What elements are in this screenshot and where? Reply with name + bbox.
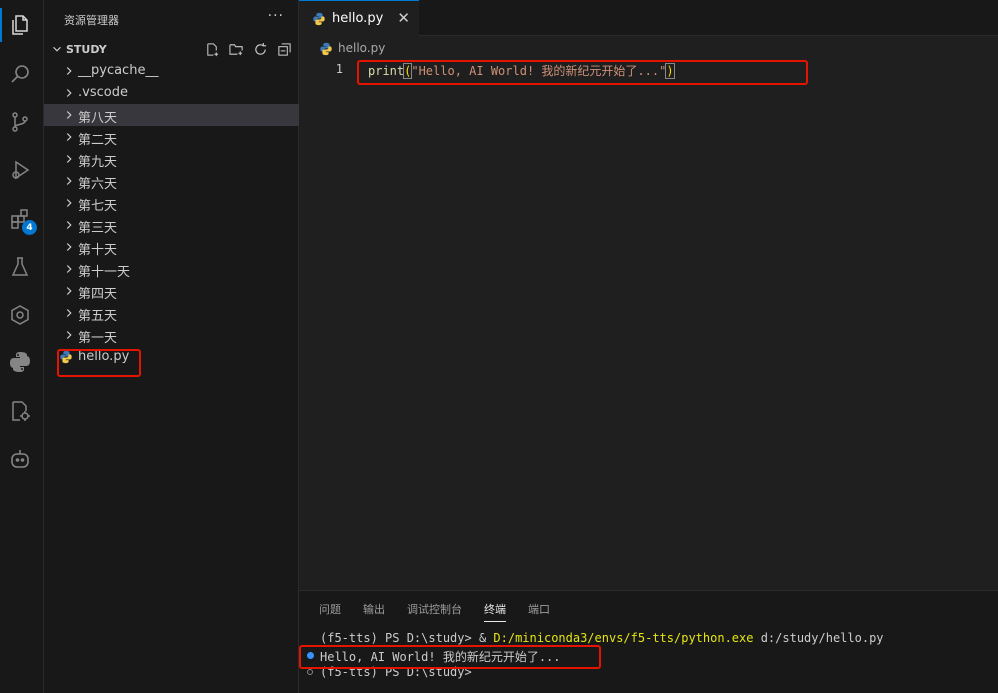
folder-label: 第六天 <box>78 177 118 192</box>
chevron-right-icon <box>66 89 72 97</box>
folder-label: 第十天 <box>78 243 118 258</box>
extensions-badge: 4 <box>22 220 37 235</box>
breadcrumb-file[interactable]: hello.py <box>338 41 385 55</box>
breadcrumb[interactable]: hello.py <box>299 38 998 60</box>
folder-label: __pycache__ <box>78 63 159 78</box>
extensions-icon[interactable]: 4 <box>6 205 37 235</box>
file-tree: __pycache__ .vscode 第八天 第二天 第九天 第六天 第七天 … <box>44 60 299 368</box>
folder-label: .vscode <box>78 85 128 100</box>
active-indicator <box>0 8 2 42</box>
refresh-icon[interactable] <box>251 40 269 58</box>
explorer-title: 资源管理器 <box>64 14 119 27</box>
tree-folder[interactable]: 第一天 <box>44 324 299 346</box>
highlight-box-file <box>57 349 141 377</box>
tab-label: hello.py <box>332 11 384 26</box>
folder-label: 第四天 <box>78 287 118 302</box>
folder-label: 第九天 <box>78 155 118 170</box>
chevron-right-icon <box>66 265 72 273</box>
more-actions-icon[interactable]: ··· <box>268 8 284 24</box>
tree-folder[interactable]: 第五天 <box>44 302 299 324</box>
editor-tab-bar: hello.py ✕ <box>299 0 998 36</box>
chevron-right-icon <box>66 177 72 185</box>
tree-folder[interactable]: 第十天 <box>44 236 299 258</box>
tab-problems[interactable]: 问题 <box>319 601 341 622</box>
tree-folder[interactable]: 第七天 <box>44 192 299 214</box>
activity-bar: 4 <box>0 0 44 693</box>
tree-folder[interactable]: 第九天 <box>44 148 299 170</box>
workspace-section-header[interactable]: STUDY <box>44 39 299 59</box>
run-debug-icon[interactable] <box>6 156 34 184</box>
command-pending-dot-icon[interactable] <box>307 669 313 675</box>
bottom-panel: 问题 输出 调试控制台 终端 端口 (f5-tts) PS D:\study> … <box>299 590 998 693</box>
folder-label: 第一天 <box>78 331 118 346</box>
tree-folder[interactable]: __pycache__ <box>44 60 299 82</box>
tab-debug-console[interactable]: 调试控制台 <box>407 601 462 622</box>
tree-folder[interactable]: 第三天 <box>44 214 299 236</box>
python-file-icon <box>313 12 325 26</box>
search-icon[interactable] <box>6 60 34 88</box>
tab-ports[interactable]: 端口 <box>528 601 550 622</box>
close-icon[interactable]: ✕ <box>397 9 410 27</box>
python-file-icon <box>320 42 332 56</box>
cpp-settings-icon[interactable] <box>6 397 34 425</box>
folder-label: 第八天 <box>78 111 118 126</box>
folder-label: 第七天 <box>78 199 118 214</box>
tab-hello-py[interactable]: hello.py ✕ <box>299 0 419 36</box>
tree-folder[interactable]: 第二天 <box>44 126 299 148</box>
code-editor[interactable]: 1 print("Hello, AI World! 我的新纪元开始了...") <box>299 60 998 590</box>
folder-label: 第五天 <box>78 309 118 324</box>
terminal-prompt: (f5-tts) PS D:\study> & <box>320 631 494 645</box>
line-number: 1 <box>335 62 343 76</box>
new-file-icon[interactable] <box>203 40 221 58</box>
explorer-sidebar: 资源管理器 ··· STUDY __pycache__ .vscode 第八天 … <box>44 0 299 693</box>
chevron-right-icon <box>66 243 72 251</box>
folder-label: 第二天 <box>78 133 118 148</box>
tab-output[interactable]: 输出 <box>363 601 385 622</box>
explorer-icon[interactable] <box>6 11 34 39</box>
tab-terminal[interactable]: 终端 <box>484 601 506 622</box>
folder-label: 第三天 <box>78 221 118 236</box>
chevron-right-icon <box>66 155 72 163</box>
tree-folder[interactable]: 第四天 <box>44 280 299 302</box>
chevron-right-icon <box>66 111 72 119</box>
chevron-right-icon <box>66 133 72 141</box>
tree-folder[interactable]: 第六天 <box>44 170 299 192</box>
chevron-right-icon <box>66 287 72 295</box>
testing-icon[interactable] <box>6 253 34 281</box>
terminal-exe-path: D:/miniconda3/envs/f5-tts/python.exe <box>493 631 754 645</box>
tree-folder[interactable]: 第十一天 <box>44 258 299 280</box>
terminal-arg: d:/study/hello.py <box>753 631 884 645</box>
chevron-down-icon <box>53 46 61 52</box>
workspace-name: STUDY <box>66 42 107 56</box>
chevron-right-icon <box>66 199 72 207</box>
source-control-icon[interactable] <box>6 108 34 136</box>
copilot-icon[interactable] <box>6 445 34 473</box>
panel-tabs: 问题 输出 调试控制台 终端 端口 <box>319 601 572 622</box>
chevron-right-icon <box>66 67 72 75</box>
collapse-all-icon[interactable] <box>275 40 293 58</box>
highlight-box-code <box>357 60 808 85</box>
highlight-box-output <box>299 645 601 669</box>
chevron-right-icon <box>66 309 72 317</box>
chevron-right-icon <box>66 331 72 339</box>
python-icon[interactable] <box>6 348 34 376</box>
tree-folder-selected[interactable]: 第八天 <box>44 104 299 126</box>
folder-label: 第十一天 <box>78 265 131 280</box>
chevron-right-icon <box>66 221 72 229</box>
tree-folder[interactable]: .vscode <box>44 82 299 104</box>
section-actions <box>203 40 293 58</box>
remote-explorer-icon[interactable] <box>6 301 34 329</box>
terminal-line-command[interactable]: (f5-tts) PS D:\study> & D:/miniconda3/en… <box>320 631 884 645</box>
new-folder-icon[interactable] <box>227 40 245 58</box>
